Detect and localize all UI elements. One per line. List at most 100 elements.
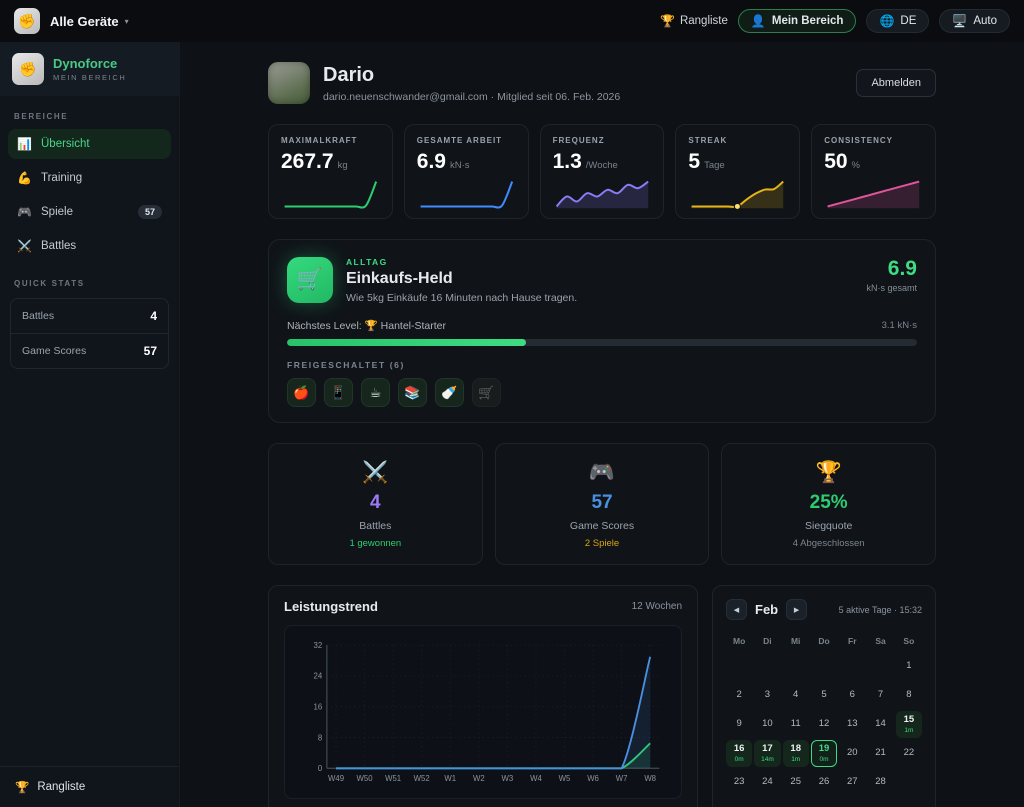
gamepad-icon: 🎮 — [17, 205, 32, 219]
sparkline-chart — [417, 178, 516, 210]
calendar-empty-cell — [811, 653, 837, 680]
next-level-row: Nächstes Level: 🏆 Hantel-Starter 3.1 kN·… — [287, 319, 917, 332]
calendar-day[interactable]: 5 — [811, 682, 837, 709]
svg-text:W6: W6 — [587, 774, 599, 783]
achievement-title: Einkaufs-Held — [346, 270, 577, 288]
unlocked-badge-icon[interactable]: 📚 — [398, 378, 427, 407]
calendar-day[interactable]: 1714m — [754, 740, 780, 767]
svg-text:W3: W3 — [502, 774, 514, 783]
achievement-description: Wie 5kg Einkäufe 16 Minuten nach Hause t… — [346, 292, 577, 304]
calendar-day[interactable]: 160m — [726, 740, 752, 767]
svg-text:W2: W2 — [473, 774, 485, 783]
calendar-day[interactable]: 10 — [754, 711, 780, 738]
unlocked-badge-icon[interactable]: 🛒 — [472, 378, 501, 407]
svg-text:0: 0 — [318, 764, 323, 773]
calendar-weekday-label: Fr — [839, 633, 865, 649]
svg-text:32: 32 — [314, 641, 323, 650]
svg-text:W51: W51 — [385, 774, 401, 783]
sidebar-item-training[interactable]: 💪 Training — [8, 163, 171, 193]
sidebar-item-spiele[interactable]: 🎮 Spiele 57 — [8, 197, 171, 227]
line-chart: 08162432W49W50W51W52W1W2W3W4W5W6W7W8 — [293, 636, 673, 794]
sidebar-item-battles[interactable]: ⚔️ Battles — [8, 231, 171, 261]
calendar-day[interactable]: 25 — [783, 769, 809, 796]
calendar-day[interactable]: 12 — [811, 711, 837, 738]
rangliste-link[interactable]: 🏆 Rangliste — [660, 15, 728, 27]
mein-bereich-button[interactable]: 👤 Mein Bereich — [738, 9, 857, 33]
calendar-day[interactable]: 20 — [839, 740, 865, 767]
svg-text:W4: W4 — [530, 774, 542, 783]
theme-button[interactable]: 🖥️ Auto — [939, 9, 1010, 33]
svg-text:W52: W52 — [414, 774, 430, 783]
summary-card-row: ⚔️ 4 Battles 1 gewonnen 🎮 57 Game Scores… — [268, 443, 936, 565]
calendar-day[interactable]: 8 — [896, 682, 922, 709]
calendar-day[interactable]: 13 — [839, 711, 865, 738]
calendar-day[interactable]: 21 — [867, 740, 893, 767]
quick-stats-card: Battles 4 Game Scores 57 — [10, 298, 169, 369]
app-logo-icon: ✊ — [14, 8, 40, 34]
next-level-target: 3.1 kN·s — [882, 320, 917, 331]
svg-text:W50: W50 — [357, 774, 374, 783]
unlocked-badge-icon[interactable]: 📱 — [324, 378, 353, 407]
chart-range-label: 12 Wochen — [632, 601, 682, 612]
profile-avatar — [268, 62, 310, 104]
swords-icon: ⚔️ — [279, 461, 472, 485]
sidebar: ✊ Dynoforce MEIN BEREICH BEREICHE 📊 Über… — [0, 42, 180, 807]
quick-stat-game-scores: Game Scores 57 — [11, 333, 168, 368]
quick-stat-battles: Battles 4 — [11, 299, 168, 333]
device-selector[interactable]: Alle Geräte ▾ — [50, 14, 129, 29]
svg-text:W7: W7 — [616, 774, 628, 783]
calendar-day[interactable]: 24 — [754, 769, 780, 796]
sidebar-item-uebersicht[interactable]: 📊 Übersicht — [8, 129, 171, 159]
calendar-prev-button[interactable]: ◀ — [726, 599, 747, 620]
calendar-day[interactable]: 26 — [811, 769, 837, 796]
calendar-day[interactable]: 9 — [726, 711, 752, 738]
calendar-day[interactable]: 2 — [726, 682, 752, 709]
calendar-day[interactable]: 4 — [783, 682, 809, 709]
brand-subtitle: MEIN BEREICH — [53, 73, 126, 82]
calendar-next-button[interactable]: ▶ — [786, 599, 807, 620]
calendar-day[interactable]: 151m — [896, 711, 922, 738]
unlocked-badge-icon[interactable]: 🍼 — [435, 378, 464, 407]
achievement-category: ALLTAG — [346, 257, 577, 267]
section-label-bereiche: BEREICHE — [0, 96, 179, 127]
stat-card-gesamte-arbeit: GESAMTE ARBEIT 6.9kN·s — [404, 124, 529, 219]
calendar-day[interactable]: 1 — [896, 653, 922, 680]
calendar-day[interactable]: 7 — [867, 682, 893, 709]
globe-icon: 🌐 — [879, 15, 894, 27]
unlocked-badge-icon[interactable]: 🍎 — [287, 378, 316, 407]
calendar-day[interactable]: 3 — [754, 682, 780, 709]
calendar-day[interactable]: 11 — [783, 711, 809, 738]
calendar-day[interactable]: 28 — [867, 769, 893, 796]
summary-card-game-scores: 🎮 57 Game Scores 2 Spiele — [495, 443, 710, 565]
muscle-icon: 💪 — [17, 171, 32, 185]
achievement-card: 🛒 ALLTAG Einkaufs-Held Wie 5kg Einkäufe … — [268, 239, 936, 423]
user-icon: 👤 — [751, 15, 766, 27]
svg-text:24: 24 — [314, 672, 323, 681]
stat-card-streak: STREAK 5Tage — [675, 124, 800, 219]
svg-text:W8: W8 — [644, 774, 656, 783]
calendar-day[interactable]: 23 — [726, 769, 752, 796]
bar-chart-icon: 📊 — [17, 137, 32, 151]
shopping-cart-icon: 🛒 — [287, 257, 333, 303]
calendar-empty-cell — [783, 653, 809, 680]
sidebar-item-rangliste[interactable]: 🏆 Rangliste — [0, 766, 179, 807]
topbar: ✊ Alle Geräte ▾ 🏆 Rangliste 👤 Mein Berei… — [0, 0, 1024, 42]
calendar-weekday-label: Mo — [726, 633, 752, 649]
logout-button[interactable]: Abmelden — [856, 69, 936, 97]
calendar-day[interactable]: 6 — [839, 682, 865, 709]
spiele-count-badge: 57 — [138, 205, 162, 219]
calendar-day[interactable]: 27 — [839, 769, 865, 796]
svg-text:16: 16 — [314, 702, 323, 711]
language-button[interactable]: 🌐 DE — [866, 9, 929, 33]
calendar-weekday-label: Sa — [867, 633, 893, 649]
main-content: Dario dario.neuenschwander@gmail.com · M… — [180, 42, 1024, 807]
unlocked-badge-icon[interactable]: ☕ — [361, 378, 390, 407]
trophy-icon: 🏆 — [732, 461, 925, 485]
svg-text:8: 8 — [318, 733, 322, 742]
calendar-day[interactable]: 14 — [867, 711, 893, 738]
brand-logo-icon: ✊ — [12, 53, 44, 85]
trophy-icon: 🏆 — [15, 780, 29, 794]
calendar-day[interactable]: 181m — [783, 740, 809, 767]
calendar-day[interactable]: 22 — [896, 740, 922, 767]
calendar-day[interactable]: 190m — [811, 740, 837, 767]
